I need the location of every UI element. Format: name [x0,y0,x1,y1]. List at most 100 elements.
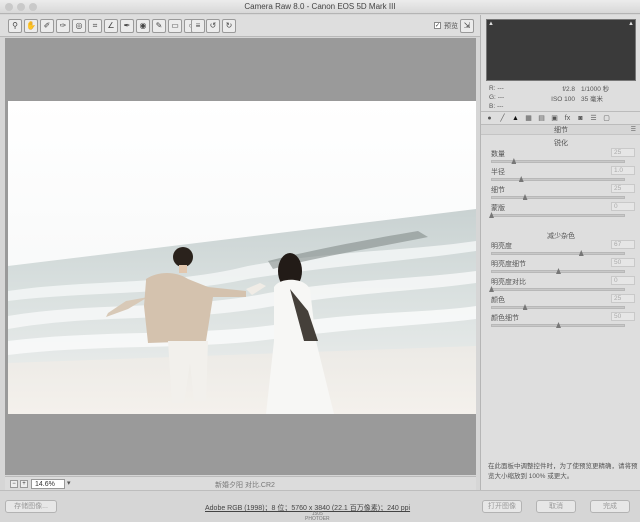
slider-label: 颜色细节 [491,315,519,322]
slider-label: 半径 [491,169,505,176]
target-adjust-tool-icon[interactable]: ◎ [72,19,86,33]
slider-label: 颜色 [491,297,505,304]
hand-tool-icon[interactable]: ✋ [24,19,38,33]
minimize-window-button[interactable] [17,3,25,11]
crop-tool-icon[interactable]: ⌗ [88,19,102,33]
preview-checkbox[interactable]: ✓ [434,22,441,29]
r-label: R: [489,85,496,92]
preferences-icon[interactable]: ≡ [191,19,205,33]
lens-tab-icon[interactable]: ▣ [550,114,559,123]
camera-calibration-tab-icon[interactable]: ◙ [576,114,585,123]
histogram-graph [487,20,635,80]
rotate-left-icon[interactable]: ↺ [206,19,220,33]
detail-hint-text: 在此面板中调整控件时，为了使预览更精确，请将预览大小缩放到 100% 或更大。 [488,463,638,480]
open-image-button[interactable]: 打开图像 [482,500,522,513]
window-title: Camera Raw 8.0 - Canon EOS 5D Mark III [244,2,396,11]
preview-label: 预览 [444,23,458,30]
shutter-value: 1/1000 秒 [581,86,610,93]
white-balance-tool-icon[interactable]: ✐ [40,19,54,33]
split-toning-tab-icon[interactable]: ▤ [537,114,546,123]
slider-value-field[interactable]: 25 [611,294,635,303]
panel-tabs: ● ╱ ▲ ▦ ▤ ▣ fx ◙ ☰ ▢ [481,111,640,125]
logo-line-2: PHOTOER [305,516,330,522]
slider-row: 颜色细节 50 [491,312,635,331]
slider-label: 明亮度 [491,243,512,250]
slider-value-field[interactable]: 25 [611,184,635,193]
spot-removal-tool-icon[interactable]: ✒ [120,19,134,33]
slider-value-field[interactable]: 25 [611,148,635,157]
slider-track[interactable] [491,196,625,199]
cancel-button[interactable]: 取消 [536,500,576,513]
presets-tab-icon[interactable]: ☰ [589,114,598,123]
bottom-bar: 存储图像... Adobe RGB (1998)；8 位；5760 x 3840… [0,490,640,522]
slider-value-field[interactable]: 50 [611,312,635,321]
zoom-dropdown-icon[interactable]: ▾ [67,479,71,487]
focal-length-value: 35 毫米 [581,96,604,103]
window-titlebar: Camera Raw 8.0 - Canon EOS 5D Mark III [0,0,640,14]
tone-curve-tab-icon[interactable]: ╱ [498,114,507,123]
highlight-clipping-icon[interactable]: ▲ [628,21,634,27]
panel-title: 细节 [481,125,640,135]
histogram: ▲ ▲ [486,19,636,81]
rgb-readout: R: --- G: --- B: --- [489,84,504,111]
zoom-bar: − + 14.6% ▾ 新婚夕阳 对比.CR2 [5,476,476,490]
straighten-tool-icon[interactable]: ∠ [104,19,118,33]
fullscreen-toggle-icon[interactable]: ⇲ [460,19,474,33]
slider-value-field[interactable]: 50 [611,258,635,267]
slider-row: 明亮度细节 50 [491,258,635,277]
slider-track[interactable] [491,252,625,255]
watermark-logo: 1505 PHOTOER [305,512,330,522]
g-label: G: [489,94,496,101]
close-window-button[interactable] [5,3,13,11]
graduated-filter-tool-icon[interactable]: ▭ [168,19,182,33]
panel-menu-icon[interactable]: ☰ [631,126,636,133]
rotate-right-icon[interactable]: ↻ [222,19,236,33]
adjustment-brush-tool-icon[interactable]: ✎ [152,19,166,33]
snapshots-tab-icon[interactable]: ▢ [602,114,611,123]
b-label: B: [489,103,496,110]
slider-track[interactable] [491,214,625,217]
slider-track[interactable] [491,178,625,181]
slider-track[interactable] [491,306,625,309]
iso-value: ISO 100 [551,96,575,103]
slider-value-field[interactable]: 67 [611,240,635,249]
slider-track[interactable] [491,288,625,291]
slider-row: 明亮度 67 [491,240,635,259]
fx-tab-icon[interactable]: fx [563,114,572,123]
slider-label: 蒙版 [491,205,505,212]
photo-preview[interactable] [8,101,476,414]
slider-track[interactable] [491,160,625,163]
red-eye-tool-icon[interactable]: ◉ [136,19,150,33]
slider-row: 半径 1.0 [491,166,635,185]
r-value: --- [497,85,504,92]
slider-row: 数量 25 [491,148,635,167]
b-value: --- [496,103,504,110]
slider-value-field[interactable]: 0 [611,202,635,211]
save-image-button[interactable]: 存储图像... [5,500,57,513]
sharpen-heading: 锐化 [554,140,568,147]
slider-row: 细节 25 [491,184,635,203]
slider-value-field[interactable]: 0 [611,276,635,285]
shadow-clipping-icon[interactable]: ▲ [488,21,494,27]
done-button[interactable]: 完成 [590,500,630,513]
zoom-tool-icon[interactable]: ⚲ [8,19,22,33]
beach-couple-photo [8,101,476,414]
adjustment-panel: ▲ ▲ R: --- G: --- B: --- f/2.8 1/1000 秒 I… [480,15,640,490]
aperture-value: f/2.8 [562,86,575,93]
slider-label: 数量 [491,151,505,158]
slider-label: 明亮度对比 [491,279,526,286]
color-sampler-tool-icon[interactable]: ✑ [56,19,70,33]
slider-row: 蒙版 0 [489,202,635,221]
camera-readout: f/2.8 1/1000 秒 ISO 100 35 毫米 [543,85,609,105]
image-filename: 新婚夕阳 对比.CR2 [215,482,275,489]
hsl-tab-icon[interactable]: ▦ [524,114,533,123]
basic-tab-icon[interactable]: ● [485,114,494,123]
slider-label: 明亮度细节 [491,261,526,268]
zoom-out-button[interactable]: − [10,480,18,488]
zoom-window-button[interactable] [29,3,37,11]
detail-tab-icon[interactable]: ▲ [511,114,520,123]
zoom-in-button[interactable]: + [20,480,28,488]
slider-value-field[interactable]: 1.0 [611,166,635,175]
zoom-level-field[interactable]: 14.6% [31,479,65,489]
slider-label: 细节 [491,187,505,194]
